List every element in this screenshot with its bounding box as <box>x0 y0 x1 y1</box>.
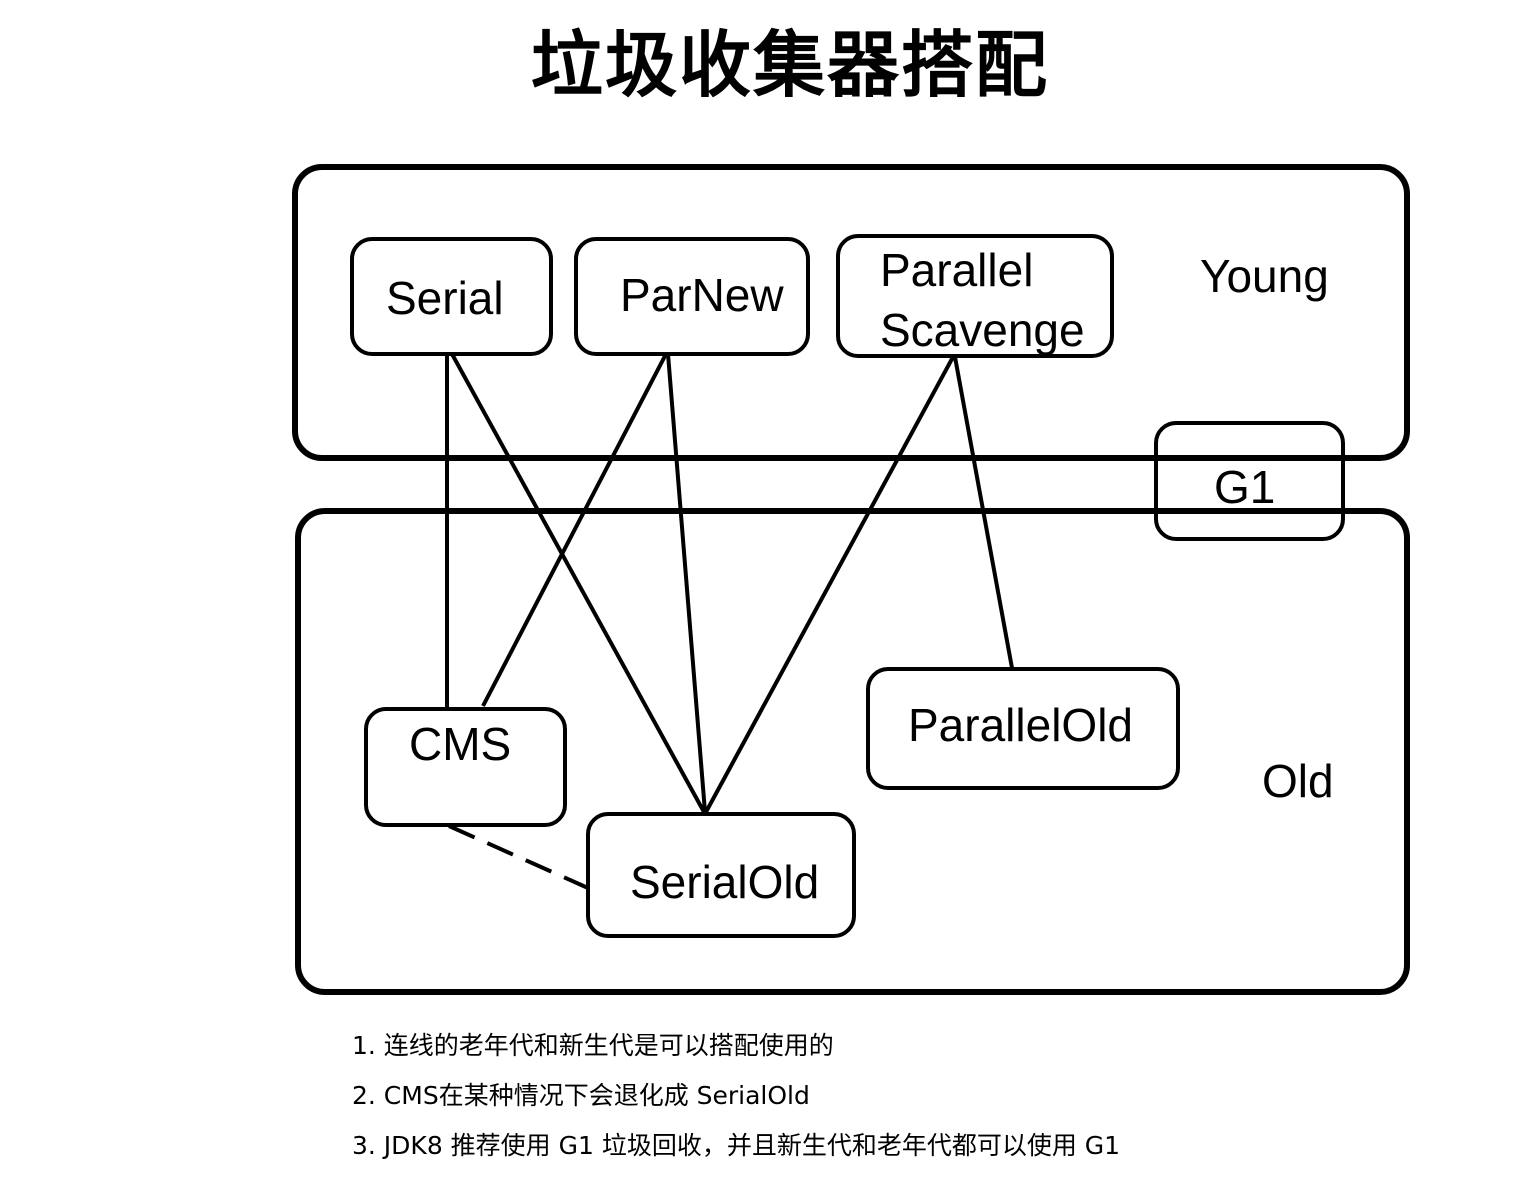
g1-label: G1 <box>1214 461 1276 513</box>
serialold-label: SerialOld <box>630 856 820 908</box>
parnew-collector-box: ParNew <box>574 237 810 356</box>
note-2: 2. CMS在某种情况下会退化成 SerialOld <box>352 1081 810 1110</box>
parallel-scavenge-label-line1: Parallel <box>880 244 1034 296</box>
cms-collector-box: CMS <box>364 707 567 827</box>
parallel-scavenge-collector-box: Parallel Scavenge <box>836 234 1114 358</box>
serial-label: Serial <box>386 272 504 324</box>
g1-collector-box: G1 <box>1154 421 1345 541</box>
cms-label: CMS <box>409 718 512 770</box>
diagram-title: 垃圾收集器搭配 <box>530 23 1049 107</box>
young-label: Young <box>1200 250 1329 302</box>
serialold-collector-box: SerialOld <box>586 812 856 938</box>
parnew-label: ParNew <box>620 269 784 321</box>
parallel-scavenge-label-line2: Scavenge <box>880 304 1085 356</box>
parallelold-collector-box: ParallelOld <box>866 667 1180 790</box>
parallelold-label: ParallelOld <box>908 699 1133 751</box>
note-1: 1. 连线的老年代和新生代是可以搭配使用的 <box>352 1031 834 1060</box>
old-label: Old <box>1262 755 1334 807</box>
serial-collector-box: Serial <box>350 237 553 356</box>
note-3: 3. JDK8 推荐使用 G1 垃圾回收，并且新生代和老年代都可以使用 G1 <box>352 1131 1121 1160</box>
